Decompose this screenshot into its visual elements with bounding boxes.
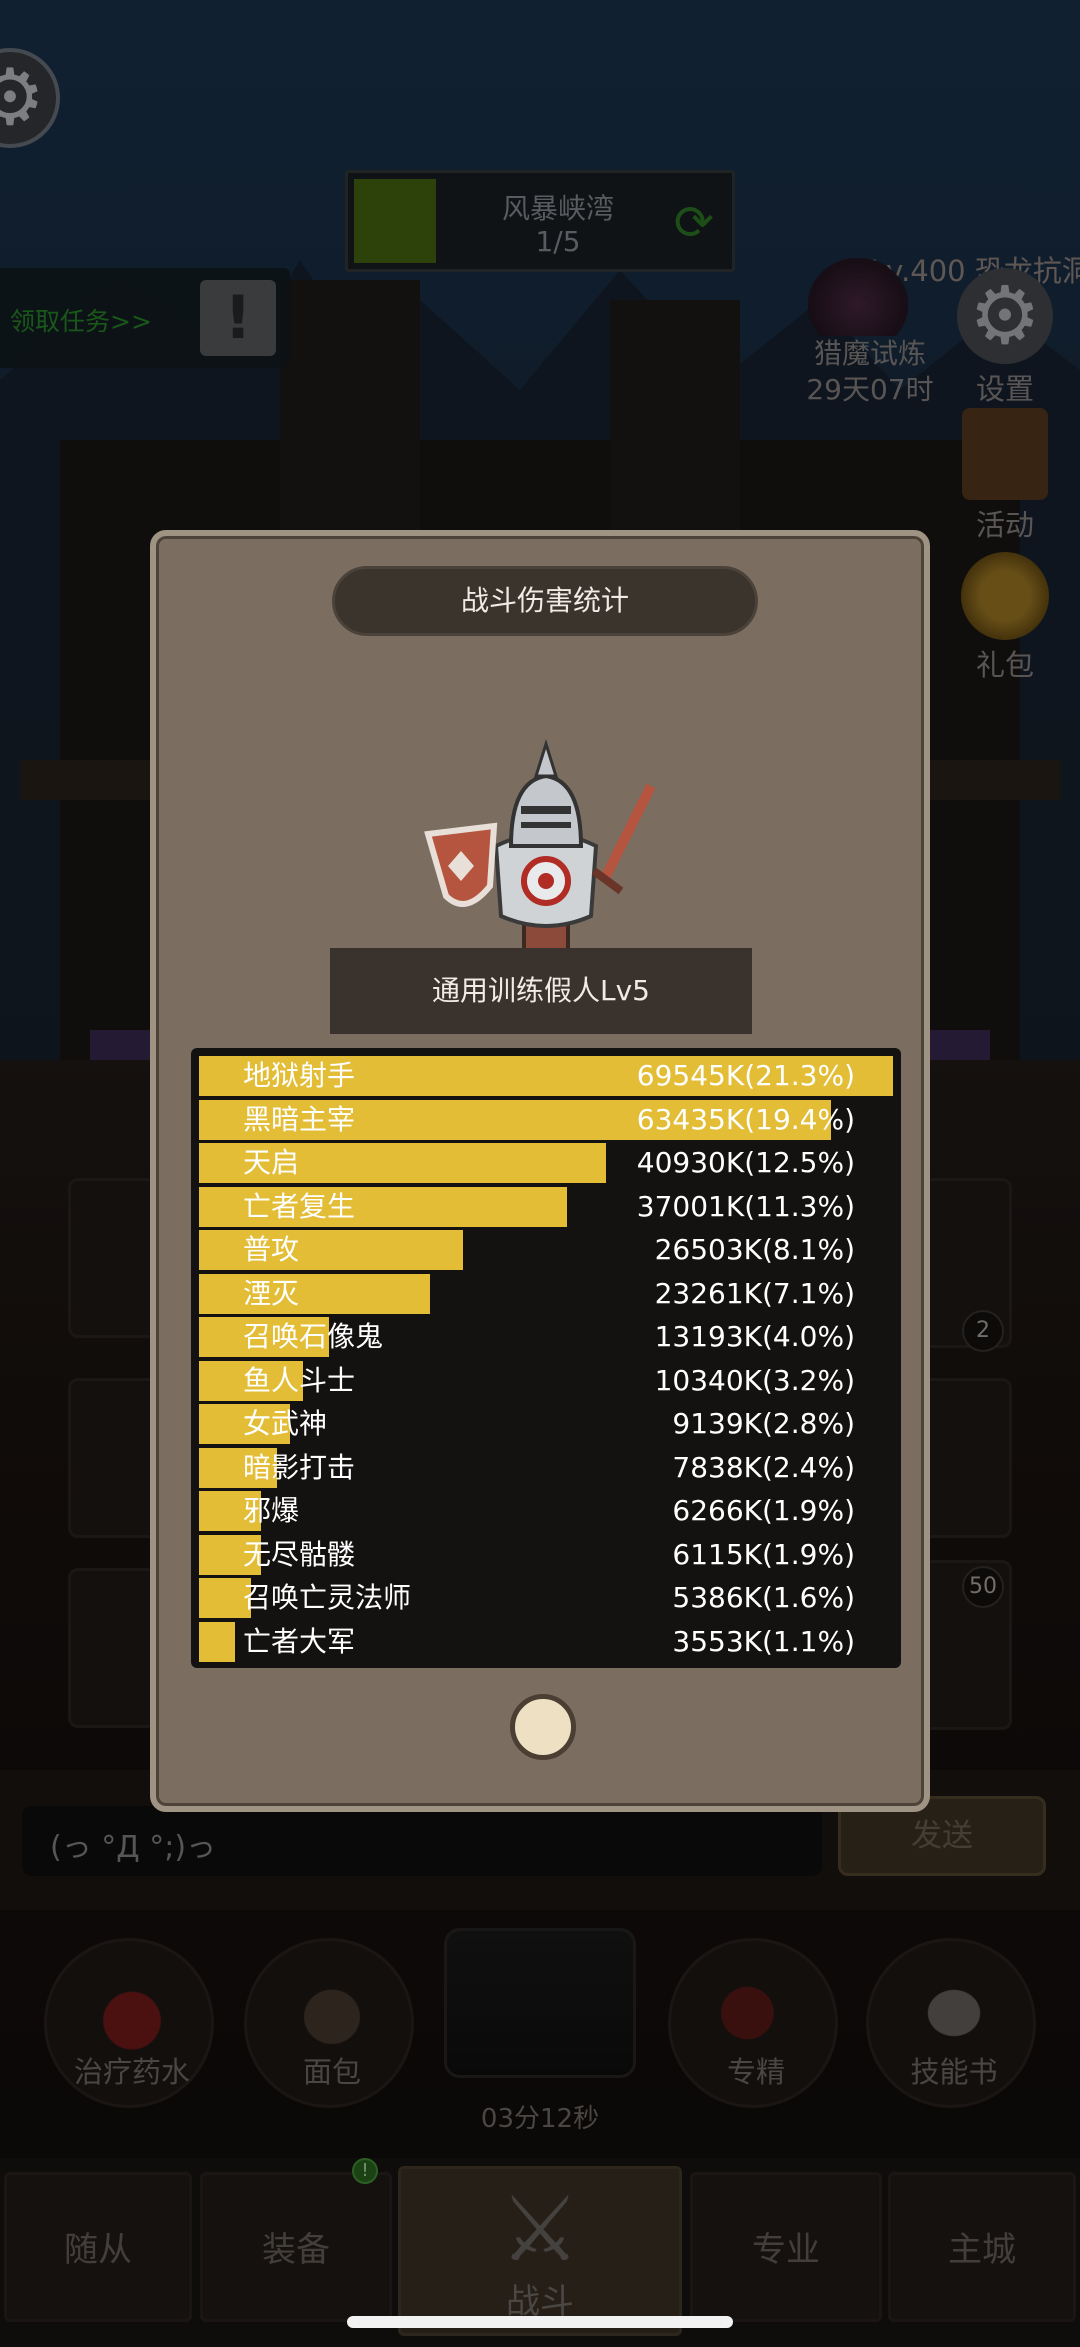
damage-value: 37001K(11.3%) [636, 1189, 855, 1223]
skill-name: 湮灭 [243, 1276, 300, 1310]
damage-value: 5386K(1.6%) [672, 1581, 855, 1614]
damage-bar [199, 1230, 463, 1270]
close-button[interactable] [510, 1694, 576, 1760]
damage-ranking-list[interactable]: 地狱射手 69545K(21.3%) 黑暗主宰 63435K(19.4%) 天启 4093… [191, 1048, 901, 1668]
damage-row: 湮灭 23261K(7.1%) [199, 1273, 893, 1314]
damage-row: 无尽骷髅 6115K(1.9%) [199, 1534, 893, 1575]
damage-value: 3553K(1.1%) [672, 1624, 855, 1658]
damage-value: 23261K(7.1%) [654, 1276, 855, 1310]
target-name: 通用训练假人Lv5 [330, 948, 752, 1034]
damage-value: 10340K(3.2%) [654, 1363, 855, 1397]
damage-value: 13193K(4.0%) [654, 1320, 855, 1353]
damage-row: 暗影打击 7838K(2.4%) [199, 1447, 893, 1488]
skill-name: 黑暗主宰 [243, 1102, 356, 1136]
skill-name: 召唤石像鬼 [243, 1320, 384, 1353]
skill-name: 鱼人斗士 [243, 1363, 356, 1397]
damage-row: 邪爆 6266K(1.9%) [199, 1491, 893, 1531]
damage-value: 63435K(19.4%) [636, 1102, 855, 1136]
damage-value: 9139K(2.8%) [672, 1407, 855, 1440]
damage-row: 黑暗主宰 63435K(19.4%) [199, 1099, 893, 1140]
damage-row: 亡者大军 3553K(1.1%) [199, 1621, 893, 1662]
damage-row: 地狱射手 69545K(21.3%) [199, 1056, 893, 1096]
damage-value: 26503K(8.1%) [654, 1233, 855, 1266]
damage-value: 6266K(1.9%) [672, 1494, 855, 1527]
home-indicator[interactable] [347, 2316, 733, 2328]
skill-name: 邪爆 [243, 1494, 300, 1527]
damage-stats-dialog: 战斗伤害统计 通用训练假人Lv5 地狱射手 69545K(21.3%) 黑暗主宰 63… [150, 530, 930, 1812]
damage-row: 鱼人斗士 10340K(3.2%) [199, 1360, 893, 1401]
skill-name: 暗影打击 [243, 1450, 356, 1484]
damage-row: 天启 40930K(12.5%) [199, 1143, 893, 1183]
damage-row: 女武神 9139K(2.8%) [199, 1404, 893, 1444]
damage-row: 召唤石像鬼 13193K(4.0%) [199, 1317, 893, 1357]
skill-name: 女武神 [243, 1407, 328, 1440]
skill-name: 召唤亡灵法师 [243, 1581, 412, 1614]
damage-value: 69545K(21.3%) [636, 1059, 855, 1092]
damage-row: 普攻 26503K(8.1%) [199, 1230, 893, 1270]
damage-row: 召唤亡灵法师 5386K(1.6%) [199, 1578, 893, 1618]
damage-value: 40930K(12.5%) [636, 1146, 855, 1179]
damage-bar [199, 1273, 431, 1314]
skill-name: 普攻 [243, 1233, 300, 1266]
skill-name: 无尽骷髅 [243, 1537, 356, 1571]
skill-name: 天启 [243, 1146, 300, 1179]
skill-name: 亡者大军 [243, 1624, 356, 1658]
damage-value: 7838K(2.4%) [672, 1450, 855, 1484]
damage-value: 6115K(1.9%) [672, 1537, 855, 1571]
damage-row: 亡者复生 37001K(11.3%) [199, 1186, 893, 1227]
damage-bar [199, 1621, 235, 1662]
skill-name: 亡者复生 [243, 1189, 356, 1223]
skill-name: 地狱射手 [243, 1059, 356, 1092]
dialog-title: 战斗伤害统计 [332, 566, 758, 636]
